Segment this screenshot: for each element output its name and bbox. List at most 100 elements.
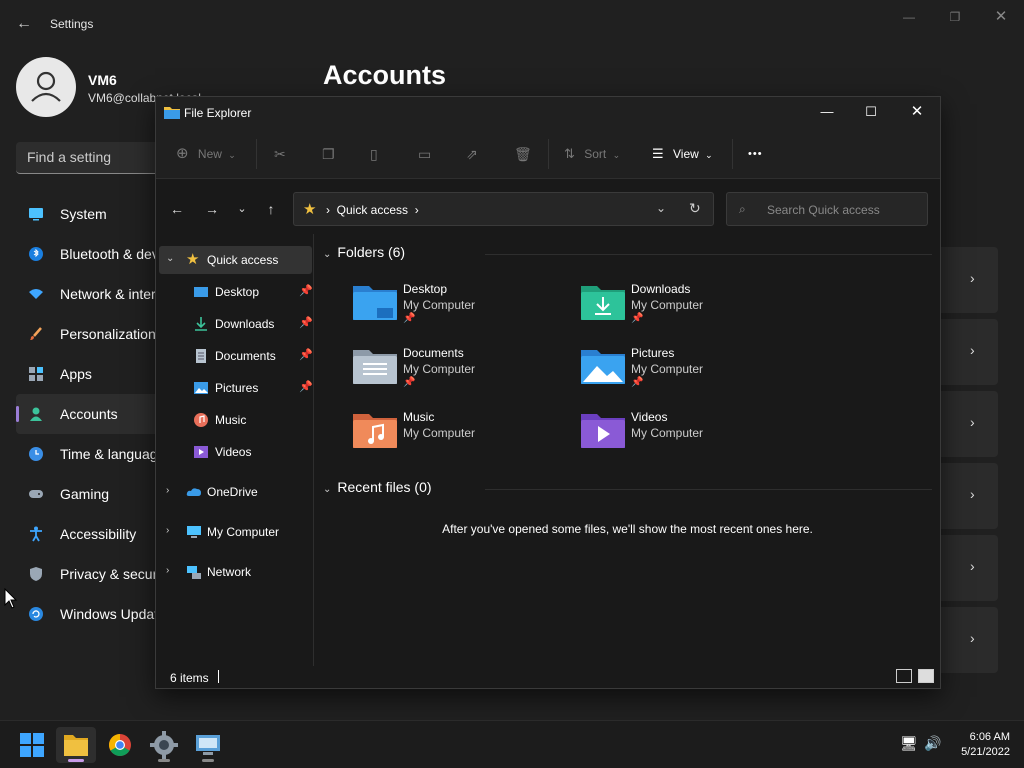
taskbar-remote-desktop[interactable] — [188, 727, 228, 763]
folder-tile-videos[interactable]: Videos My Computer — [581, 408, 791, 464]
toolbar-divider — [548, 139, 549, 169]
tree-item-downloads[interactable]: Downloads 📌 — [159, 310, 313, 338]
navigation-pane: ⌄ ★ Quick access Desktop 📌 Downloads 📌 D… — [156, 234, 314, 666]
back-button[interactable]: ← — [167, 199, 187, 219]
tree-item-documents[interactable]: Documents 📌 — [159, 342, 313, 370]
nav-item-accounts[interactable]: Accounts — [16, 394, 166, 434]
nav-item-windows-update[interactable]: Windows Update — [16, 594, 166, 634]
explorer-minimize-button[interactable]: — — [804, 97, 850, 127]
videos-icon — [194, 446, 208, 458]
avatar[interactable] — [16, 57, 76, 117]
folder-tile-desktop[interactable]: Desktop My Computer 📌 — [353, 280, 563, 336]
chevron-down-icon[interactable]: ⌄ — [656, 201, 666, 215]
chevron-right-icon[interactable]: › — [166, 485, 169, 496]
find-setting-input[interactable]: Find a setting — [16, 142, 176, 174]
star-icon: ★ — [186, 251, 200, 268]
delete-icon[interactable]: 🗑 — [514, 143, 532, 165]
network-tray-icon[interactable]: 🖥 — [900, 735, 918, 752]
chevron-right-icon[interactable]: › — [166, 525, 169, 536]
nav-item-apps[interactable]: Apps — [16, 354, 166, 394]
pin-icon: 📌 — [299, 381, 313, 393]
navigation-bar: ← → ⌄ ↑ ★ › Quick access › ⌄ ↻ ⌕ Search … — [156, 180, 940, 234]
taskbar-chrome[interactable] — [100, 727, 140, 763]
section-divider — [485, 254, 932, 255]
accounts-card-5[interactable]: › — [940, 535, 998, 601]
nav-item-time-language[interactable]: Time & language — [16, 434, 166, 474]
pin-icon: 📌 — [403, 313, 416, 324]
chevron-down-icon[interactable]: ⌄ — [166, 253, 174, 264]
bluetooth-icon — [29, 247, 43, 261]
new-button[interactable]: ⊕ New ⌄ — [176, 143, 236, 165]
rename-icon[interactable]: ▭ — [418, 143, 431, 165]
tree-item-videos[interactable]: Videos — [159, 438, 312, 466]
start-button[interactable] — [12, 727, 52, 763]
taskbar-settings[interactable] — [144, 727, 184, 763]
view-button[interactable]: ☰ View ⌄ — [652, 143, 713, 165]
remote-desktop-icon — [196, 735, 220, 755]
pin-icon: 📌 — [403, 377, 416, 388]
volume-icon[interactable]: 🔊 — [924, 735, 941, 752]
computer-icon — [187, 526, 201, 538]
tree-item-pictures[interactable]: Pictures 📌 — [159, 374, 313, 402]
paste-icon[interactable]: ▯ — [370, 143, 378, 165]
recent-locations-button[interactable]: ⌄ — [232, 199, 252, 219]
page-title: Accounts — [323, 60, 447, 90]
forward-button[interactable]: → — [202, 199, 222, 219]
folder-tile-downloads[interactable]: Downloads My Computer 📌 — [581, 280, 791, 336]
more-options-button[interactable]: ••• — [748, 143, 763, 165]
explorer-titlebar[interactable]: File Explorer — ☐ ✕ — [156, 97, 940, 129]
minimize-button[interactable]: — — [894, 8, 924, 26]
accounts-card-1[interactable]: › — [940, 247, 998, 313]
folders-section-header[interactable]: ⌄ Folders (6) — [323, 244, 405, 260]
plus-circle-icon: ⊕ — [176, 145, 189, 162]
tree-item-my-computer[interactable]: › My Computer — [159, 518, 312, 546]
explorer-maximize-button[interactable]: ☐ — [848, 97, 894, 127]
refresh-icon[interactable]: ↻ — [689, 200, 701, 217]
sort-button[interactable]: ⇅ Sort ⌄ — [564, 143, 620, 165]
folder-tile-documents[interactable]: Documents My Computer 📌 — [353, 344, 563, 400]
explorer-close-button[interactable]: ✕ — [894, 97, 940, 127]
system-clock[interactable]: 6:06 AM 5/21/2022 — [950, 730, 1010, 760]
mouse-cursor-icon — [4, 588, 18, 609]
folder-tile-pictures[interactable]: Pictures My Computer 📌 — [581, 344, 791, 400]
up-button[interactable]: ↑ — [261, 199, 281, 219]
cut-icon[interactable]: ✂ — [274, 143, 286, 165]
maximize-button[interactable]: ❐ — [940, 8, 970, 26]
file-explorer-window: File Explorer — ☐ ✕ ⊕ New ⌄ ✂ ❐ ▯ ▭ ⇗ 🗑 … — [155, 96, 941, 689]
accounts-card-6[interactable]: › — [940, 607, 998, 673]
view-list-icon: ☰ — [652, 146, 664, 161]
accounts-card-2[interactable]: › — [940, 319, 998, 385]
chevron-right-icon: › — [970, 342, 975, 358]
details-view-icon[interactable] — [896, 669, 912, 683]
monitor-icon — [29, 208, 43, 221]
nav-item-network[interactable]: Network & internet — [16, 274, 175, 314]
user-name: VM6 — [88, 72, 117, 88]
search-input[interactable]: ⌕ Search Quick access — [726, 192, 928, 226]
back-arrow-icon[interactable]: ← — [14, 14, 34, 34]
tree-item-onedrive[interactable]: › OneDrive — [159, 478, 312, 506]
nav-item-privacy[interactable]: Privacy & security — [16, 554, 171, 594]
recent-files-section-header[interactable]: ⌄ Recent files (0) — [323, 479, 432, 495]
tree-item-quick-access[interactable]: ⌄ ★ Quick access — [159, 246, 312, 274]
tree-item-music[interactable]: Music — [159, 406, 312, 434]
close-button[interactable]: ✕ — [986, 8, 1016, 26]
folder-tile-music[interactable]: Music My Computer — [353, 408, 563, 464]
nav-item-personalization[interactable]: Personalization — [16, 314, 166, 354]
nav-item-system[interactable]: System — [16, 194, 166, 234]
share-icon[interactable]: ⇗ — [466, 143, 478, 165]
copy-icon[interactable]: ❐ — [322, 143, 335, 165]
shield-icon — [30, 567, 42, 581]
tiles-view-icon[interactable] — [918, 669, 934, 683]
accounts-card-4[interactable]: › — [940, 463, 998, 529]
nav-item-gaming[interactable]: Gaming — [16, 474, 166, 514]
address-bar[interactable]: ★ › Quick access › ⌄ ↻ — [293, 192, 714, 226]
download-icon — [195, 317, 207, 331]
nav-item-accessibility[interactable]: Accessibility — [16, 514, 166, 554]
taskbar-file-explorer[interactable] — [56, 727, 96, 763]
tree-item-desktop[interactable]: Desktop 📌 — [159, 278, 313, 306]
nav-item-bluetooth[interactable]: Bluetooth & devices — [16, 234, 184, 274]
chevron-right-icon[interactable]: › — [166, 565, 169, 576]
accounts-card-3[interactable]: › — [940, 391, 998, 457]
gamepad-icon — [29, 490, 43, 498]
tree-item-network[interactable]: › Network — [159, 558, 312, 586]
